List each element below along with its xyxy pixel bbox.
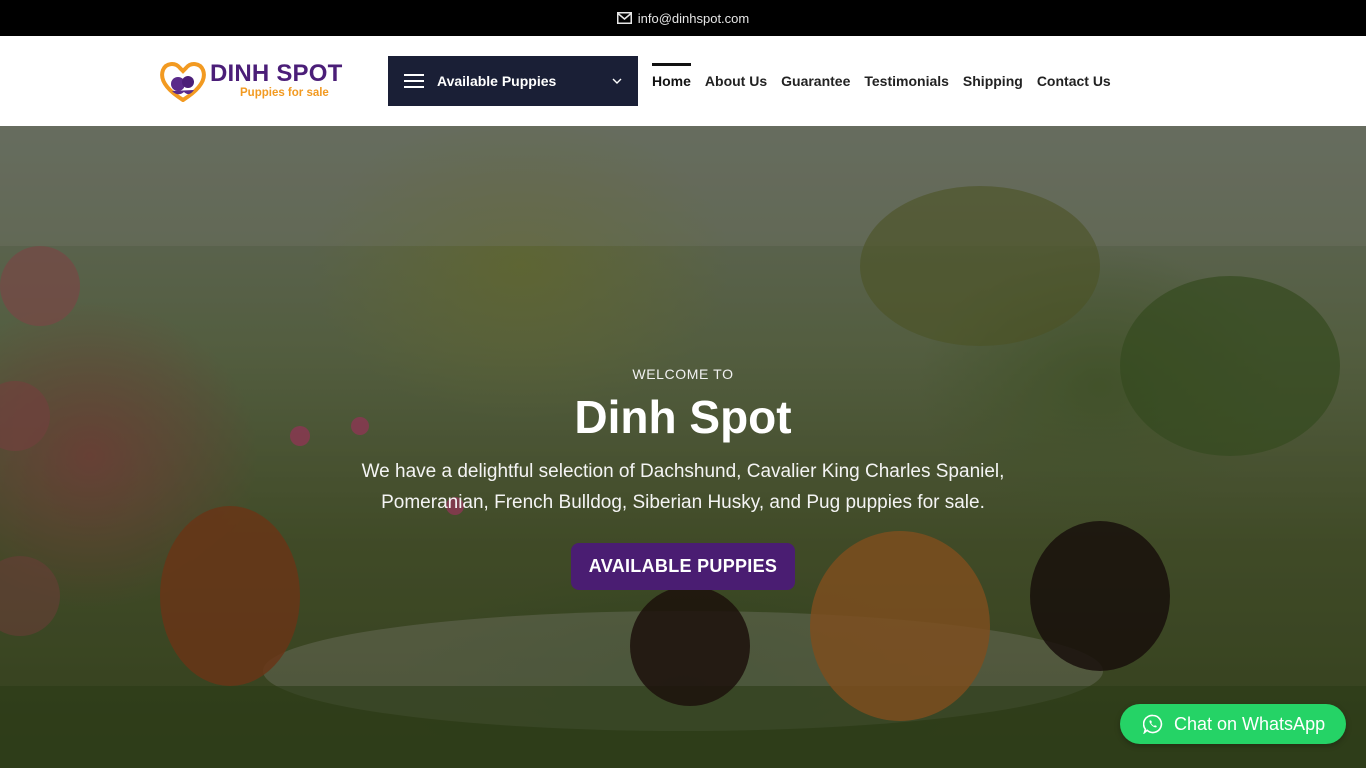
- hero-eyebrow: WELCOME TO: [632, 366, 734, 382]
- whatsapp-icon: [1143, 714, 1163, 734]
- nav-guarantee[interactable]: Guarantee: [781, 63, 850, 99]
- nav-shipping[interactable]: Shipping: [963, 63, 1023, 99]
- available-puppies-menu-button[interactable]: Available Puppies: [388, 56, 638, 106]
- envelope-icon: [616, 12, 632, 24]
- site-header: DINH SPOT Puppies for sale Available Pup…: [0, 36, 1366, 126]
- site-logo[interactable]: DINH SPOT Puppies for sale: [158, 60, 358, 102]
- contact-email-link[interactable]: info@dinhspot.com: [638, 11, 749, 26]
- hamburger-icon: [404, 74, 424, 88]
- nav-about-us[interactable]: About Us: [705, 63, 767, 99]
- nav-testimonials[interactable]: Testimonials: [864, 63, 949, 99]
- hero-title: Dinh Spot: [574, 391, 792, 443]
- nav-contact-us[interactable]: Contact Us: [1037, 63, 1111, 99]
- logo-brand-text: DINH SPOT: [210, 60, 343, 88]
- whatsapp-button-label: Chat on WhatsApp: [1174, 713, 1326, 734]
- logo-tagline: Puppies for sale: [240, 87, 329, 100]
- chevron-down-icon: [612, 78, 622, 84]
- whatsapp-chat-button[interactable]: Chat on WhatsApp: [1120, 704, 1346, 744]
- hero-banner: WELCOME TO Dinh Spot We have a delightfu…: [0, 126, 1366, 768]
- hero-description: We have a delightful selection of Dachsh…: [361, 461, 1005, 513]
- logo-heart-icon: [160, 62, 206, 102]
- top-bar: info@dinhspot.com: [0, 0, 1366, 36]
- available-puppies-button[interactable]: AVAILABLE PUPPIES: [571, 543, 795, 590]
- nav-home[interactable]: Home: [652, 63, 691, 99]
- category-button-label: Available Puppies: [437, 73, 557, 89]
- main-nav: Home About Us Guarantee Testimonials Shi…: [652, 62, 1125, 100]
